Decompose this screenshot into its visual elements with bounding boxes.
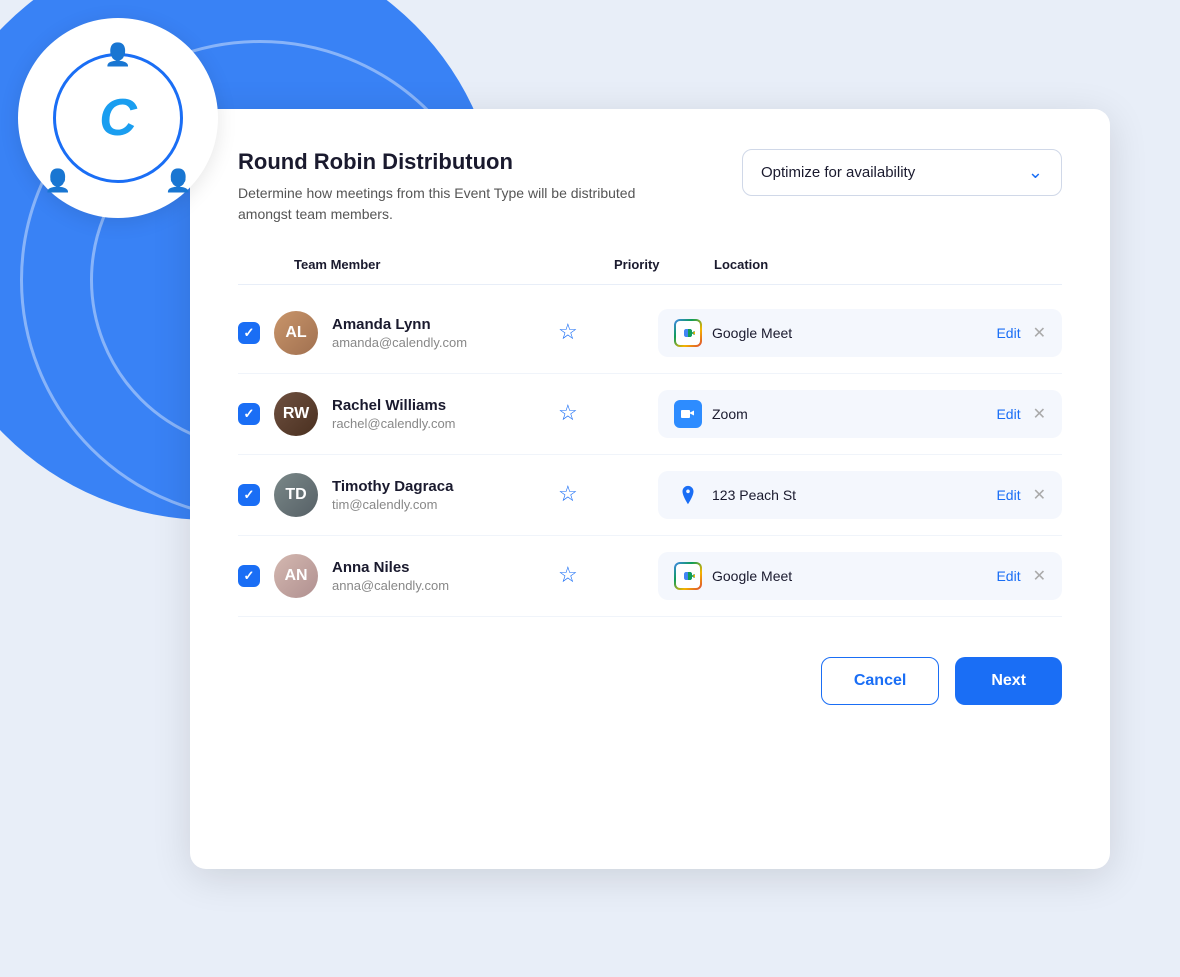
location-pill-amanda: Google Meet Edit ✕ bbox=[658, 309, 1062, 357]
remove-location-rachel[interactable]: ✕ bbox=[1033, 404, 1046, 424]
table-header: Team Member Priority Location bbox=[238, 257, 1062, 285]
table-row: ✓ AL Amanda Lynn amanda@calendly.com ☆ bbox=[238, 293, 1062, 374]
logo-person-bl-icon: 👤 bbox=[44, 168, 71, 194]
priority-star-rachel[interactable]: ☆ bbox=[558, 400, 578, 425]
member-details-amanda: Amanda Lynn amanda@calendly.com bbox=[332, 316, 467, 350]
member-info-rachel: ✓ RW Rachel Williams rachel@calendly.com bbox=[238, 392, 558, 436]
member-name-amanda: Amanda Lynn bbox=[332, 316, 467, 333]
location-name-amanda: Google Meet bbox=[712, 325, 792, 341]
checkmark-icon: ✓ bbox=[244, 487, 255, 503]
col-location: Location bbox=[714, 257, 1046, 272]
table-row: ✓ RW Rachel Williams rachel@calendly.com… bbox=[238, 374, 1062, 455]
location-name-rachel: Zoom bbox=[712, 406, 748, 422]
member-details-anna: Anna Niles anna@calendly.com bbox=[332, 559, 449, 593]
next-button[interactable]: Next bbox=[955, 657, 1062, 705]
dialog-header: Round Robin Distributuon Determine how m… bbox=[238, 149, 1062, 225]
main-dialog: Round Robin Distributuon Determine how m… bbox=[190, 109, 1110, 869]
edit-location-timothy[interactable]: Edit bbox=[996, 487, 1020, 503]
location-cell-anna: Google Meet Edit ✕ bbox=[658, 552, 1062, 600]
table-row: ✓ AN Anna Niles anna@calendly.com ☆ bbox=[238, 536, 1062, 617]
member-email-timothy: tim@calendly.com bbox=[332, 497, 453, 512]
member-name-rachel: Rachel Williams bbox=[332, 397, 456, 414]
google-meet-icon bbox=[674, 562, 702, 590]
location-cell-amanda: Google Meet Edit ✕ bbox=[658, 309, 1062, 357]
edit-location-rachel[interactable]: Edit bbox=[996, 406, 1020, 422]
location-actions-amanda: Edit ✕ bbox=[996, 323, 1046, 343]
member-info-amanda: ✓ AL Amanda Lynn amanda@calendly.com bbox=[238, 311, 558, 355]
member-checkbox-rachel[interactable]: ✓ bbox=[238, 403, 260, 425]
member-checkbox-timothy[interactable]: ✓ bbox=[238, 484, 260, 506]
location-left-anna: Google Meet bbox=[674, 562, 792, 590]
dropdown-label: Optimize for availability bbox=[761, 164, 915, 181]
avatar-anna: AN bbox=[274, 554, 318, 598]
location-pill-rachel: Zoom Edit ✕ bbox=[658, 390, 1062, 438]
location-cell-rachel: Zoom Edit ✕ bbox=[658, 390, 1062, 438]
col-priority: Priority bbox=[614, 257, 714, 272]
location-pill-anna: Google Meet Edit ✕ bbox=[658, 552, 1062, 600]
logo-letter: C bbox=[99, 92, 137, 144]
avatar-rachel: RW bbox=[274, 392, 318, 436]
location-left-rachel: Zoom bbox=[674, 400, 748, 428]
checkmark-icon: ✓ bbox=[244, 325, 255, 341]
header-text: Round Robin Distributuon Determine how m… bbox=[238, 149, 658, 225]
remove-location-timothy[interactable]: ✕ bbox=[1033, 485, 1046, 505]
avatar-timothy: TD bbox=[274, 473, 318, 517]
priority-cell-rachel: ☆ bbox=[558, 402, 658, 425]
priority-star-timothy[interactable]: ☆ bbox=[558, 481, 578, 506]
member-name-anna: Anna Niles bbox=[332, 559, 449, 576]
priority-star-anna[interactable]: ☆ bbox=[558, 562, 578, 587]
edit-location-anna[interactable]: Edit bbox=[996, 568, 1020, 584]
members-list: ✓ AL Amanda Lynn amanda@calendly.com ☆ bbox=[238, 293, 1062, 617]
member-email-rachel: rachel@calendly.com bbox=[332, 416, 456, 431]
avatar-amanda: AL bbox=[274, 311, 318, 355]
remove-location-amanda[interactable]: ✕ bbox=[1033, 323, 1046, 343]
logo-circle: 👤 C 👤 👤 bbox=[53, 53, 183, 183]
location-name-timothy: 123 Peach St bbox=[712, 487, 796, 503]
priority-cell-amanda: ☆ bbox=[558, 321, 658, 344]
member-email-anna: anna@calendly.com bbox=[332, 578, 449, 593]
remove-location-anna[interactable]: ✕ bbox=[1033, 566, 1046, 586]
google-meet-icon bbox=[674, 319, 702, 347]
priority-star-amanda[interactable]: ☆ bbox=[558, 319, 578, 344]
member-details-rachel: Rachel Williams rachel@calendly.com bbox=[332, 397, 456, 431]
member-name-timothy: Timothy Dagraca bbox=[332, 478, 453, 495]
edit-location-amanda[interactable]: Edit bbox=[996, 325, 1020, 341]
distribution-dropdown[interactable]: Optimize for availability ⌄ bbox=[742, 149, 1062, 196]
logo-person-br-icon: 👤 bbox=[165, 168, 192, 194]
chevron-down-icon: ⌄ bbox=[1028, 162, 1043, 183]
logo-inner: 👤 C 👤 👤 bbox=[53, 53, 183, 183]
dialog-title: Round Robin Distributuon bbox=[238, 149, 658, 175]
checkmark-icon: ✓ bbox=[244, 568, 255, 584]
member-email-amanda: amanda@calendly.com bbox=[332, 335, 467, 350]
location-actions-rachel: Edit ✕ bbox=[996, 404, 1046, 424]
priority-cell-anna: ☆ bbox=[558, 564, 658, 587]
logo-person-top-icon: 👤 bbox=[104, 42, 131, 68]
cancel-button[interactable]: Cancel bbox=[821, 657, 939, 705]
member-info-timothy: ✓ TD Timothy Dagraca tim@calendly.com bbox=[238, 473, 558, 517]
dialog-footer: Cancel Next bbox=[238, 657, 1062, 705]
priority-cell-timothy: ☆ bbox=[558, 483, 658, 506]
location-left-timothy: 123 Peach St bbox=[674, 481, 796, 509]
member-checkbox-anna[interactable]: ✓ bbox=[238, 565, 260, 587]
location-pill-timothy: 123 Peach St Edit ✕ bbox=[658, 471, 1062, 519]
location-actions-timothy: Edit ✕ bbox=[996, 485, 1046, 505]
col-team-member: Team Member bbox=[294, 257, 614, 272]
checkmark-icon: ✓ bbox=[244, 406, 255, 422]
location-actions-anna: Edit ✕ bbox=[996, 566, 1046, 586]
zoom-icon bbox=[674, 400, 702, 428]
member-checkbox-amanda[interactable]: ✓ bbox=[238, 322, 260, 344]
table-row: ✓ TD Timothy Dagraca tim@calendly.com ☆ … bbox=[238, 455, 1062, 536]
member-details-timothy: Timothy Dagraca tim@calendly.com bbox=[332, 478, 453, 512]
location-cell-timothy: 123 Peach St Edit ✕ bbox=[658, 471, 1062, 519]
location-left-amanda: Google Meet bbox=[674, 319, 792, 347]
dialog-description: Determine how meetings from this Event T… bbox=[238, 183, 658, 225]
member-info-anna: ✓ AN Anna Niles anna@calendly.com bbox=[238, 554, 558, 598]
location-name-anna: Google Meet bbox=[712, 568, 792, 584]
logo-box: 👤 C 👤 👤 bbox=[18, 18, 218, 218]
location-pin-icon bbox=[674, 481, 702, 509]
